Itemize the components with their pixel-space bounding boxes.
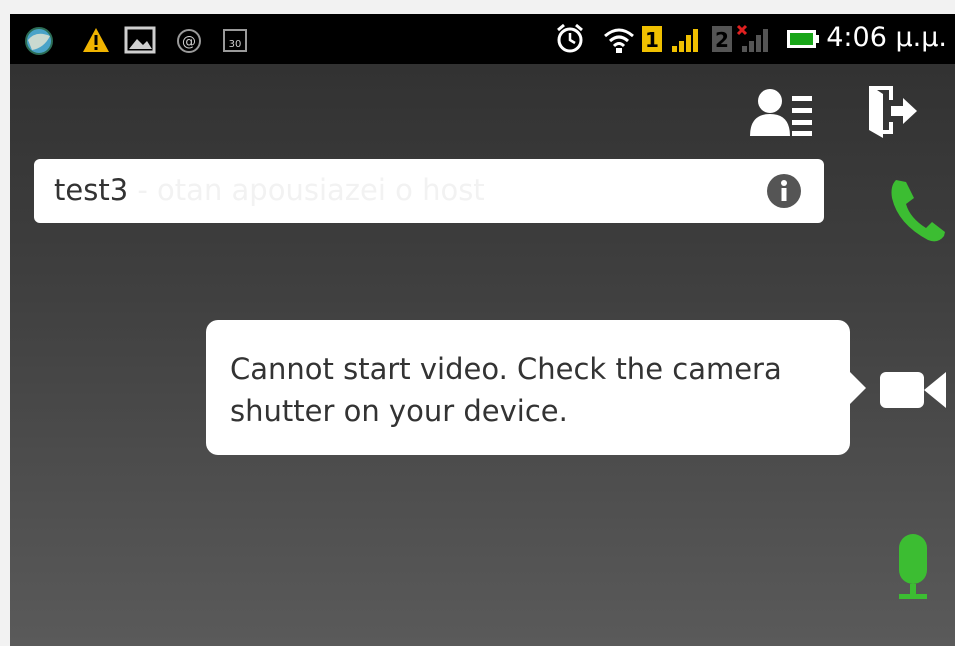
battery-icon — [787, 30, 819, 48]
caller-name: test3 — [54, 173, 129, 207]
caller-name-bar: test3 - otan apousiazei o host — [34, 159, 824, 223]
svg-text:30: 30 — [229, 39, 242, 50]
gallery-icon — [124, 26, 156, 54]
app-screen: @ 30 1 2 4:06 μ.μ. test3 - otan apousiaz… — [10, 14, 955, 646]
app-icon — [25, 27, 53, 55]
phone-icon[interactable] — [888, 176, 948, 246]
status-bar: @ 30 1 2 4:06 μ.μ. — [10, 14, 955, 64]
contacts-list-icon[interactable] — [748, 86, 816, 138]
tooltip-message: Cannot start video. Check the camera shu… — [230, 352, 782, 428]
clock-time: 4:06 μ.μ. — [826, 22, 947, 53]
microphone-icon[interactable] — [893, 532, 933, 602]
caller-name-line: test3 - otan apousiazei o host — [54, 173, 485, 207]
error-tooltip: Cannot start video. Check the camera shu… — [206, 320, 850, 455]
svg-text:1: 1 — [645, 28, 659, 52]
svg-text:@: @ — [182, 34, 196, 50]
calendar-icon: 30 — [223, 29, 247, 52]
wifi-icon — [604, 28, 634, 53]
host-status-text: - otan apousiazei o host — [128, 173, 485, 207]
tooltip-arrow — [848, 370, 866, 406]
exit-door-icon[interactable] — [865, 84, 921, 140]
alarm-icon — [557, 23, 583, 53]
sim2-signal-icon: 2 — [712, 24, 768, 52]
sim1-signal-icon: 1 — [642, 26, 698, 52]
video-camera-icon[interactable] — [878, 366, 948, 414]
info-icon[interactable] — [766, 173, 802, 209]
at-icon: @ — [177, 29, 201, 53]
svg-text:2: 2 — [715, 28, 729, 52]
warning-icon — [83, 28, 109, 52]
